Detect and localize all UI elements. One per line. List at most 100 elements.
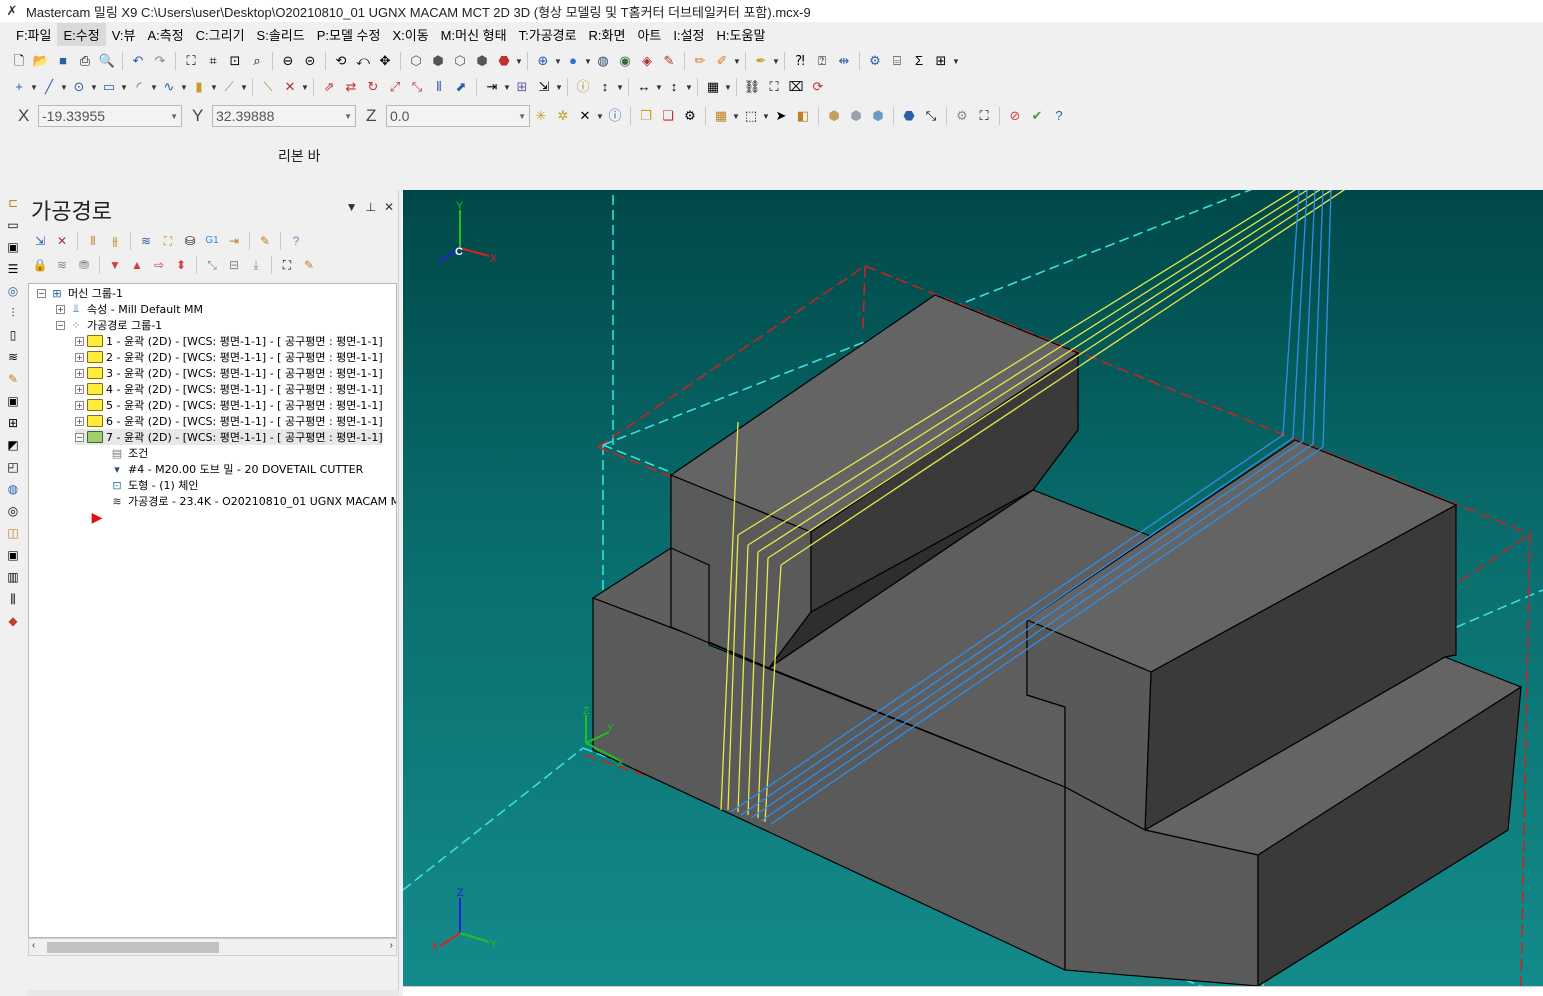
rotate-icon[interactable]: ⟲ [331,51,351,71]
fillet-icon[interactable]: ◜ [129,77,149,97]
chevron-down-icon[interactable]: ▼ [60,83,68,92]
wireframe-icon[interactable]: ◍ [593,51,613,71]
select-multi-icon[interactable]: ❐ [636,106,656,126]
redo-icon[interactable]: ↷ [150,51,170,71]
solid-select-icon[interactable]: ◧ [793,106,813,126]
menu-settings[interactable]: I:설정 [667,23,710,46]
thread-mill-icon[interactable]: ≋ [4,348,22,366]
array-icon[interactable]: ⫴ [429,77,449,97]
insert-arrow-marker[interactable]: ▶ [89,510,108,526]
radial-icon[interactable]: ◰ [4,458,22,476]
chevron-down-icon[interactable]: ▼ [762,112,770,121]
collapse-all-icon[interactable]: ⊟ [224,255,244,275]
save-icon[interactable]: ■ [53,51,73,71]
expand-icon[interactable]: + [75,352,84,362]
circle-mill-icon[interactable]: ⫶ [4,304,22,322]
rest-mill-icon[interactable]: ⊞ [4,414,22,432]
operation-row[interactable]: + 6 - 윤곽 (2D) - [WCS: 평면-1-1] - [ 공구평면 :… [75,413,383,429]
menu-view[interactable]: V:뷰 [106,23,142,46]
waterline-icon[interactable]: ⫼ [4,590,22,608]
offset-icon[interactable]: ⤡ [407,77,427,97]
menu-model-prep[interactable]: P:모델 수정 [311,23,387,46]
panel-bottom-tabs[interactable] [27,990,399,996]
layout-grid-icon[interactable]: ⊞ [931,51,951,71]
collapse-icon[interactable]: − [56,320,65,330]
menu-create[interactable]: C:그리기 [190,23,251,46]
chevron-down-icon[interactable]: ▼ [90,83,98,92]
expand-icon[interactable]: + [75,384,84,394]
select-all-ops-icon[interactable]: ⇲ [30,231,50,251]
mirror-icon[interactable]: ⇄ [341,77,361,97]
dim-vertical-icon[interactable]: ↕ [664,77,684,97]
body-select-icon[interactable]: ⬢ [846,106,866,126]
rectangle-icon[interactable]: ▭ [99,77,119,97]
dimension-icon[interactable]: ⟋ [219,77,239,97]
post-output-icon[interactable]: ⇥ [224,231,244,251]
tree-params[interactable]: ▤ 조건 [109,445,148,461]
verify-select-icon[interactable]: ⚙ [680,106,700,126]
blend-icon[interactable]: ▣ [4,546,22,564]
regen-dirty-icon[interactable]: ⫵ [105,231,125,251]
chevron-down-icon[interactable]: ▼ [952,57,960,66]
cylinder-icon[interactable]: ▮ [189,77,209,97]
shading-icon[interactable]: ● [563,51,583,71]
scroll-left-icon[interactable]: ‹ [32,940,35,951]
chevron-down-icon[interactable]: ▼ [596,112,604,121]
top-view-icon[interactable]: ⬢ [428,51,448,71]
analyze-entity-icon[interactable]: ⍰ [812,51,832,71]
engrave-icon[interactable]: ✎ [4,370,22,388]
grid-icon[interactable]: ⊞ [512,77,532,97]
graphics-viewport[interactable]: Y C X Z Y X Z Y X [403,190,1543,986]
regen-selected-icon[interactable]: ⫴ [83,231,103,251]
facing-icon[interactable]: ☰ [4,260,22,278]
regenerate-icon[interactable]: ⟳ [808,77,828,97]
select-entities-icon[interactable]: ▦ [711,106,731,126]
auto-cursor-icon[interactable]: ✳ [531,106,551,126]
toolpath-display-icon[interactable]: ⛶ [277,255,297,275]
drill-icon[interactable]: ◎ [4,282,22,300]
scale-icon[interactable]: ⤢ [385,77,405,97]
operation-row[interactable]: + 2 - 윤곽 (2D) - [WCS: 평면-1-1] - [ 공구평면 :… [75,349,383,365]
delete-entity-icon[interactable]: ✕ [280,77,300,97]
chevron-down-icon[interactable]: ▼ [555,83,563,92]
scroll-right-icon[interactable]: › [390,940,393,951]
tree-tool[interactable]: ▾ #4 - M20.00 도브 밀 - 20 DOVETAIL CUTTER [109,461,363,477]
menu-file[interactable]: F:파일 [10,23,57,46]
print-icon[interactable]: ⎙ [75,51,95,71]
contour-icon[interactable]: ▭ [4,216,22,234]
section-icon[interactable]: ✎ [659,51,679,71]
deselect-ops-icon[interactable]: ✕ [52,231,72,251]
verify-toolpath-icon[interactable]: ⚙ [952,106,972,126]
help-op-icon[interactable]: ? [286,231,306,251]
chevron-down-icon[interactable]: ▼ [655,83,663,92]
dynamic-rotate-icon[interactable]: ⤺ [353,51,373,71]
x-coord-field[interactable]: -19.33955 ▼ [38,105,182,127]
g1-post-icon[interactable]: G1 [202,231,222,251]
chevron-down-icon[interactable]: ▼ [210,83,218,92]
chevron-down-icon[interactable]: ▼ [733,57,741,66]
toggle-post-icon[interactable]: ⛃ [74,255,94,275]
tree-geometry[interactable]: ⊡ 도형 - (1) 체인 [109,477,198,493]
front-view-icon[interactable]: ⬡ [450,51,470,71]
vector-select-icon[interactable]: ⬣ [899,106,919,126]
menu-help[interactable]: H:도움말 [711,23,772,46]
parallel-icon[interactable]: ◩ [4,436,22,454]
chevron-down-icon[interactable]: ▼ [772,57,780,66]
scroll-into-view-icon[interactable]: ⤓ [246,255,266,275]
expand-icon[interactable]: + [75,368,84,378]
iso-view-icon[interactable]: ⬡ [406,51,426,71]
toolpath-filter-op-icon[interactable]: ✎ [299,255,319,275]
line-icon[interactable]: ╱ [39,77,59,97]
stretch-icon[interactable]: ⇲ [534,77,554,97]
snap-settings-icon[interactable]: ✲ [553,106,573,126]
shaded-solid-icon[interactable]: ◉ [615,51,635,71]
rotate-xform-icon[interactable]: ↻ [363,77,383,97]
new-file-icon[interactable]: 🗋 [9,51,29,71]
chevron-down-icon[interactable]: ▼ [170,112,178,121]
panel-menu-chevron-icon[interactable]: ▼ [346,200,358,214]
chevron-down-icon[interactable]: ▼ [30,83,38,92]
chevron-down-icon[interactable]: ▼ [724,83,732,92]
tree-properties[interactable]: + ⫫ 속성 - Mill Default MM [56,301,203,317]
wcs-icon[interactable]: ⊕ [533,51,553,71]
unzoom-icon[interactable]: ⊖ [278,51,298,71]
